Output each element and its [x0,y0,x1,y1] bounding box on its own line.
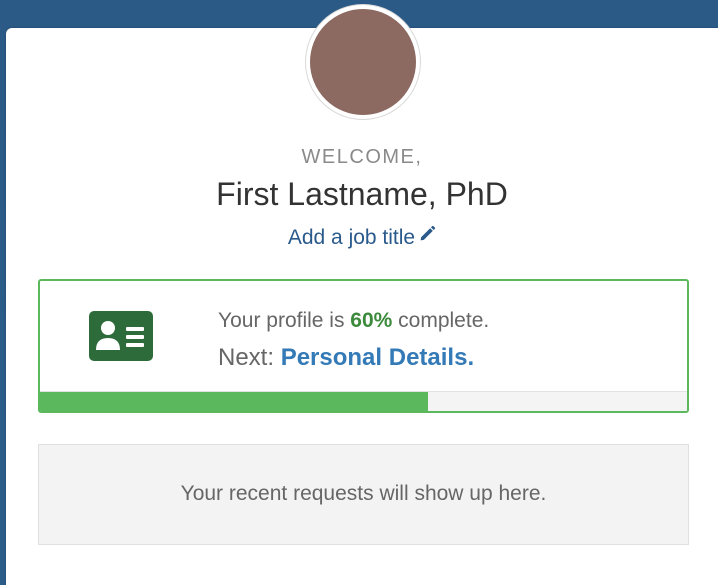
id-card-icon [89,311,153,366]
profile-completion-panel: Your profile is 60% complete. Next: Pers… [38,279,689,413]
recent-requests-empty-message: Your recent requests will show up here. [180,482,547,505]
profile-progress-bar [40,391,687,411]
recent-requests-panel: Your recent requests will show up here. [38,444,689,545]
profile-completion-prefix: Your profile is [218,309,351,332]
personal-details-link[interactable]: Personal Details. [281,344,474,371]
profile-completion-suffix: complete. [392,309,490,332]
profile-completion-text: Your profile is 60% complete. [218,309,489,333]
pencil-icon [419,224,436,248]
profile-progress-fill [40,392,429,411]
user-name: First Lastname, PhD [216,176,508,212]
next-step-label: Next: [218,344,281,371]
next-step-text: Next: Personal Details. [218,344,474,372]
avatar[interactable] [306,5,420,119]
welcome-label: WELCOME, [301,146,423,168]
add-job-title-label: Add a job title [287,226,416,249]
add-job-title-link[interactable]: Add a job title [6,224,718,250]
profile-completion-percent: 60% [350,309,393,332]
